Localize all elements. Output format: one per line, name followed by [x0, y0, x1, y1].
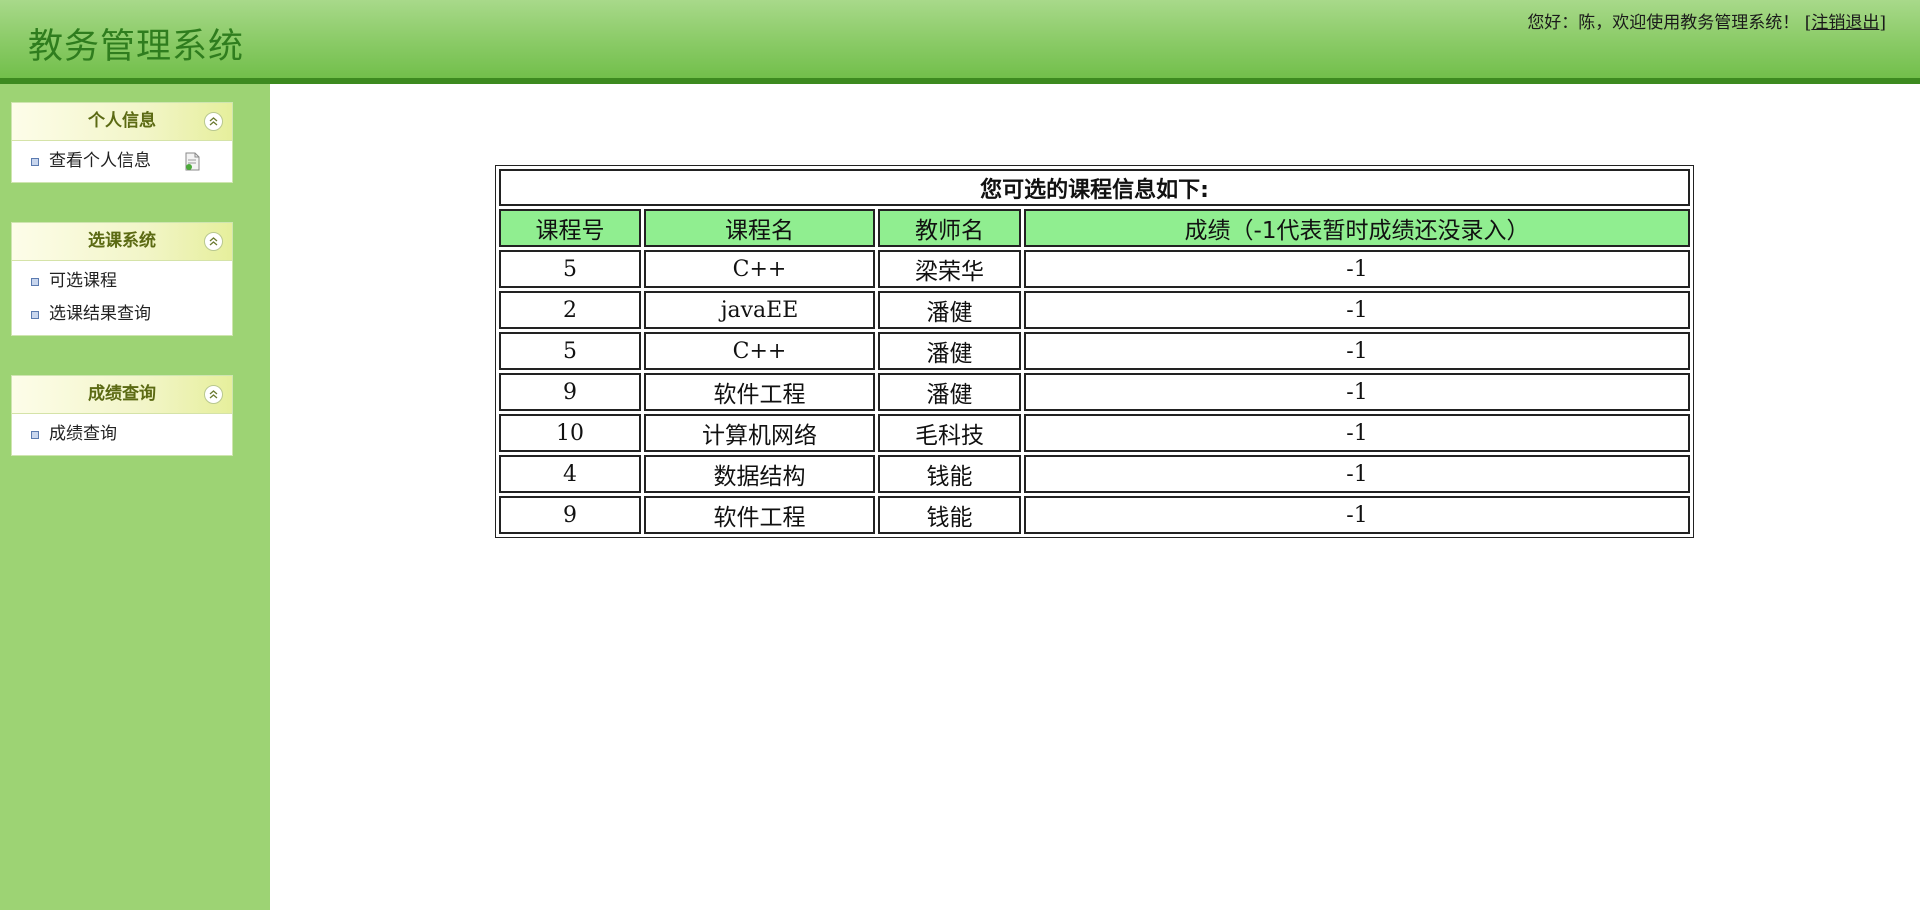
column-header-grade: 成绩（-1代表暂时成绩还没录入）: [1024, 209, 1690, 247]
cell-grade: -1: [1024, 250, 1690, 288]
table-caption: 您可选的课程信息如下:: [499, 169, 1690, 206]
sidebar: 个人信息 查看个人信息 选课系统 可选课程 选课结果查询 成绩查询 成绩查询: [0, 84, 270, 910]
table-row: 4 数据结构 钱能 -1: [499, 455, 1690, 493]
table-row: 2 javaEE 潘健 -1: [499, 291, 1690, 329]
collapse-up-icon[interactable]: [204, 112, 223, 131]
panel-personal-info: 个人信息 查看个人信息: [11, 102, 233, 183]
cell-grade: -1: [1024, 291, 1690, 329]
menu-item-selection-results[interactable]: 选课结果查询: [12, 298, 232, 331]
panel-title: 成绩查询: [88, 384, 156, 404]
cell-teacher: 潘健: [878, 373, 1021, 411]
welcome-text: 您好：陈，欢迎使用教务管理系统！ [: [1527, 13, 1812, 33]
menu-item-label: 可选课程: [49, 271, 117, 291]
top-header: 教务管理系统 您好：陈，欢迎使用教务管理系统！ [注销退出]: [0, 0, 1920, 84]
bullet-icon: [31, 431, 39, 439]
panel-title: 选课系统: [88, 231, 156, 251]
panel-header[interactable]: 个人信息: [12, 103, 232, 141]
panel-body: 查看个人信息: [12, 141, 232, 182]
collapse-up-icon[interactable]: [204, 232, 223, 251]
course-table: 您可选的课程信息如下: 课程号 课程名 教师名 成绩（-1代表暂时成绩还没录入）…: [495, 165, 1694, 538]
menu-item-label: 选课结果查询: [49, 304, 151, 324]
cell-course-id: 10: [499, 414, 641, 452]
panel-grade-query: 成绩查询 成绩查询: [11, 375, 233, 456]
column-header-course-name: 课程名: [644, 209, 875, 247]
cell-grade: -1: [1024, 332, 1690, 370]
bullet-icon: [31, 158, 39, 166]
cell-course-name: javaEE: [644, 291, 875, 329]
table-row: 9 软件工程 潘健 -1: [499, 373, 1690, 411]
cell-grade: -1: [1024, 455, 1690, 493]
cell-course-id: 5: [499, 250, 641, 288]
cell-course-name: C++: [644, 250, 875, 288]
menu-item-available-courses[interactable]: 可选课程: [12, 265, 232, 298]
cell-teacher: 梁荣华: [878, 250, 1021, 288]
cell-course-name: 软件工程: [644, 496, 875, 534]
cell-course-id: 9: [499, 373, 641, 411]
cell-teacher: 毛科技: [878, 414, 1021, 452]
panel-header[interactable]: 选课系统: [12, 223, 232, 261]
cell-teacher: 钱能: [878, 496, 1021, 534]
cell-grade: -1: [1024, 373, 1690, 411]
cell-teacher: 潘健: [878, 332, 1021, 370]
cell-course-id: 4: [499, 455, 641, 493]
panel-course-selection: 选课系统 可选课程 选课结果查询: [11, 222, 233, 336]
bullet-icon: [31, 311, 39, 319]
menu-item-grade-query[interactable]: 成绩查询: [12, 418, 232, 451]
table-row: 5 C++ 潘健 -1: [499, 332, 1690, 370]
table-row: 10 计算机网络 毛科技 -1: [499, 414, 1690, 452]
bullet-icon: [31, 278, 39, 286]
table-caption-row: 您可选的课程信息如下:: [499, 169, 1690, 206]
document-icon: [183, 151, 201, 184]
app-title: 教务管理系统: [28, 27, 245, 67]
table-header-row: 课程号 课程名 教师名 成绩（-1代表暂时成绩还没录入）: [499, 209, 1690, 247]
column-header-teacher: 教师名: [878, 209, 1021, 247]
cell-course-id: 5: [499, 332, 641, 370]
panel-header[interactable]: 成绩查询: [12, 376, 232, 414]
cell-course-name: 软件工程: [644, 373, 875, 411]
menu-item-label: 成绩查询: [49, 424, 117, 444]
cell-course-id: 2: [499, 291, 641, 329]
cell-course-name: 数据结构: [644, 455, 875, 493]
table-row: 9 软件工程 钱能 -1: [499, 496, 1690, 534]
menu-item-view-personal-info[interactable]: 查看个人信息: [12, 145, 232, 178]
cell-course-name: C++: [644, 332, 875, 370]
cell-course-id: 9: [499, 496, 641, 534]
welcome-suffix: ]: [1879, 13, 1886, 33]
welcome-message: 您好：陈，欢迎使用教务管理系统！ [注销退出]: [1527, 8, 1886, 33]
panel-title: 个人信息: [88, 111, 156, 131]
column-header-course-id: 课程号: [499, 209, 641, 247]
table-row: 5 C++ 梁荣华 -1: [499, 250, 1690, 288]
menu-item-label: 查看个人信息: [49, 151, 151, 171]
cell-grade: -1: [1024, 496, 1690, 534]
logout-link[interactable]: 注销退出: [1811, 13, 1879, 33]
panel-body: 成绩查询: [12, 414, 232, 455]
cell-teacher: 潘健: [878, 291, 1021, 329]
cell-teacher: 钱能: [878, 455, 1021, 493]
panel-body: 可选课程 选课结果查询: [12, 261, 232, 335]
cell-grade: -1: [1024, 414, 1690, 452]
main-content: 您可选的课程信息如下: 课程号 课程名 教师名 成绩（-1代表暂时成绩还没录入）…: [270, 90, 1920, 910]
collapse-up-icon[interactable]: [204, 385, 223, 404]
cell-course-name: 计算机网络: [644, 414, 875, 452]
